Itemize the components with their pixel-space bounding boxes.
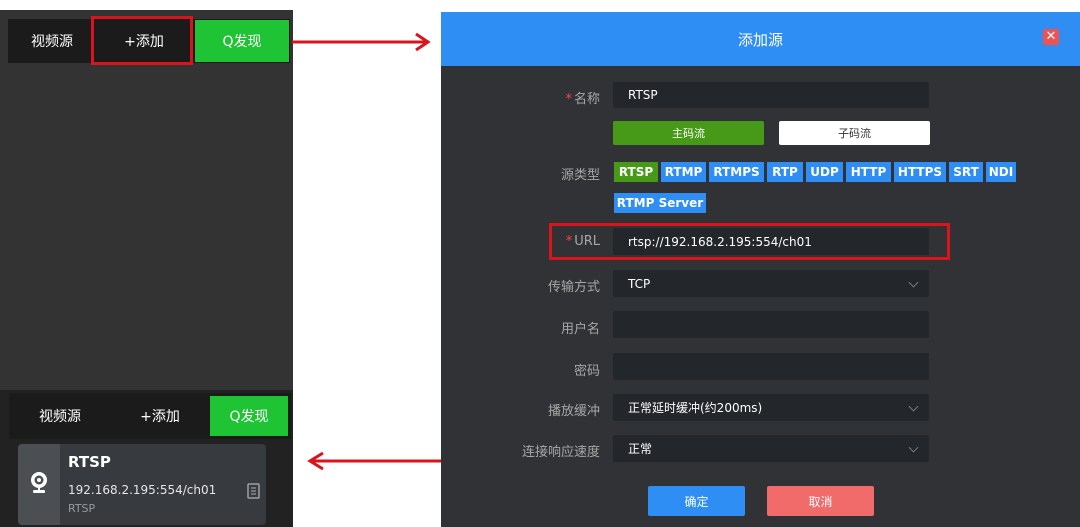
source-type-rtp[interactable]: RTP — [767, 162, 803, 182]
chevron-down-icon — [908, 401, 919, 412]
source-type-ndi[interactable]: NDI — [986, 162, 1016, 182]
webcam-icon — [31, 472, 47, 493]
source-type-http[interactable]: HTTP — [846, 162, 891, 182]
chevron-down-icon — [908, 277, 919, 288]
source-card-type: RTSP — [68, 502, 96, 515]
tab-video-source-2[interactable]: 视频源 — [12, 396, 108, 436]
confirm-button[interactable]: 确定 — [648, 486, 745, 516]
source-type-rtsp[interactable]: RTSP — [614, 162, 658, 182]
highlight-box-add — [91, 16, 193, 65]
password-input[interactable] — [613, 353, 929, 380]
username-label: 用户名 — [560, 322, 600, 337]
discover-button[interactable]: Q发现 — [195, 20, 289, 62]
arrow-to-card-icon — [307, 451, 441, 471]
name-label: * 名称 — [565, 92, 600, 107]
discover-button-2[interactable]: Q发现 — [210, 396, 288, 436]
response-speed-select[interactable]: 正常 — [613, 435, 929, 462]
arrow-to-dialog-icon — [292, 32, 431, 52]
transport-label: 传输方式 — [547, 280, 600, 295]
name-input[interactable]: RTSP — [613, 82, 929, 108]
username-input[interactable] — [613, 311, 929, 338]
source-type-rtmp-server[interactable]: RTMP Server — [614, 193, 706, 213]
buffer-label: 播放缓冲 — [547, 404, 600, 419]
tab-video-source[interactable]: 视频源 — [8, 20, 96, 62]
source-type-https[interactable]: HTTPS — [894, 162, 946, 182]
main-stream-button[interactable]: 主码流 — [613, 121, 764, 145]
source-type-srt[interactable]: SRT — [949, 162, 983, 182]
source-card-title: RTSP — [68, 453, 111, 471]
transport-select[interactable]: TCP — [613, 270, 929, 297]
chevron-down-icon — [908, 442, 919, 453]
cancel-button[interactable]: 取消 — [767, 486, 874, 516]
source-type-label: 源类型 — [560, 168, 600, 183]
dialog-title: 添加源 — [737, 30, 783, 49]
highlight-box-url — [549, 223, 950, 260]
password-label: 密码 — [573, 364, 600, 379]
source-card-url: 192.168.2.195:554/ch01 — [68, 483, 217, 497]
close-icon[interactable]: ✕ — [1043, 29, 1059, 45]
transport-value: TCP — [628, 276, 651, 291]
source-type-rtmps[interactable]: RTMPS — [709, 162, 764, 182]
response-speed-value: 正常 — [628, 442, 653, 456]
add-source-button-2[interactable]: +添加 — [112, 396, 208, 436]
buffer-select[interactable]: 正常延时缓冲(约200ms) — [613, 394, 929, 421]
source-type-rtmp[interactable]: RTMP — [661, 162, 706, 182]
buffer-value: 正常延时缓冲(约200ms) — [628, 401, 763, 415]
source-type-udp[interactable]: UDP — [806, 162, 843, 182]
copy-icon[interactable] — [247, 483, 261, 499]
sub-stream-button[interactable]: 子码流 — [779, 121, 930, 145]
response-speed-label: 连接响应速度 — [521, 445, 600, 460]
